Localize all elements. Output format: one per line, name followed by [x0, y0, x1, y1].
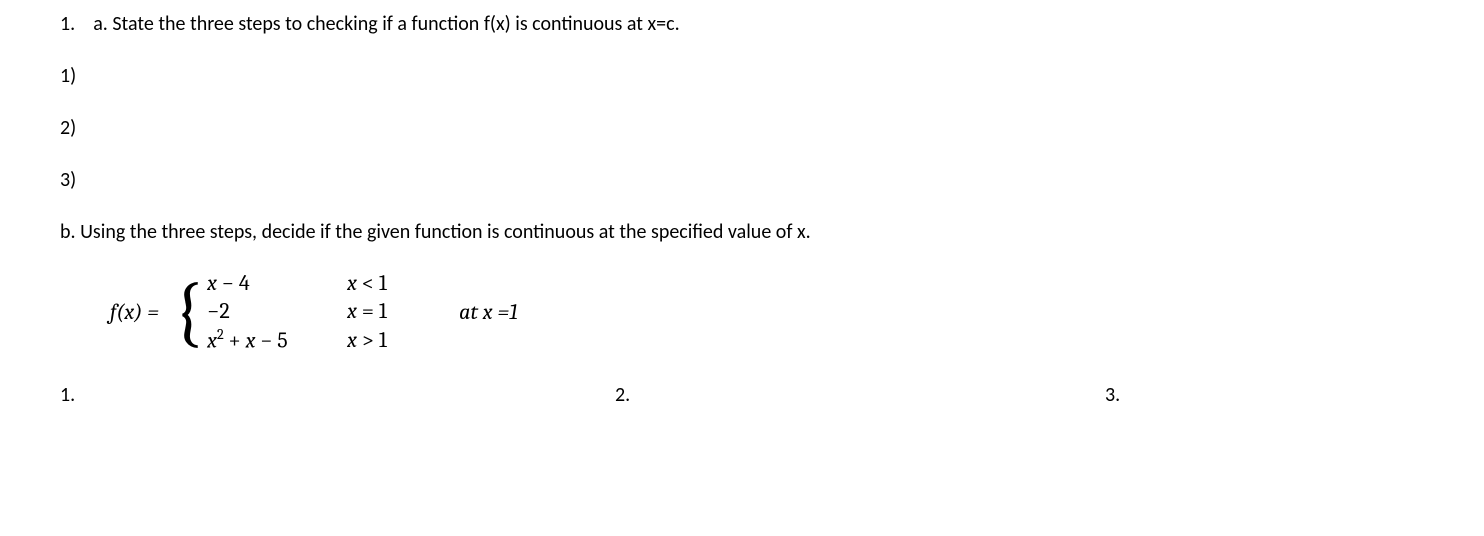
- case-3-expr: x2 + x − 5: [207, 326, 347, 353]
- case-3-cond: x > 1: [347, 327, 437, 353]
- step-3-label: 3): [60, 166, 1424, 194]
- case-row-3: x2 + x − 5 x > 1: [207, 326, 437, 353]
- case-1-expr: x − 4: [207, 270, 347, 296]
- step-2-label: 2): [60, 114, 1424, 142]
- piecewise-function: f(x) = { x − 4 x < 1 −2 x = 1: [110, 270, 1424, 353]
- case-2-expr: −2: [207, 298, 347, 324]
- question-number: 1.: [60, 10, 75, 38]
- case-row-2: −2 x = 1: [207, 298, 437, 324]
- brace-cases: { x − 4 x < 1 −2 x = 1 x2 + x: [173, 270, 437, 353]
- answer-slot-1: 1.: [60, 383, 615, 407]
- question-1-header: 1. a. State the three steps to checking …: [60, 10, 1424, 38]
- part-a-prompt: a. State the three steps to checking if …: [93, 10, 679, 38]
- cases-list: x − 4 x < 1 −2 x = 1 x2 + x − 5: [207, 270, 437, 353]
- answer-slots-row: 1. 2. 3.: [60, 383, 1424, 407]
- case-row-1: x − 4 x < 1: [207, 270, 437, 296]
- answer-slot-2: 2.: [615, 383, 1105, 407]
- left-brace-icon: {: [173, 270, 203, 353]
- case-1-cond: x < 1: [347, 270, 437, 296]
- step-1-label: 1): [60, 62, 1424, 90]
- case-2-cond: x = 1: [347, 298, 437, 324]
- answer-slot-3: 3.: [1105, 383, 1424, 407]
- fx-equals: f(x) =: [110, 299, 159, 325]
- part-b-prompt: b. Using the three steps, decide if the …: [60, 218, 1424, 246]
- at-x-value: at x =1: [459, 299, 518, 325]
